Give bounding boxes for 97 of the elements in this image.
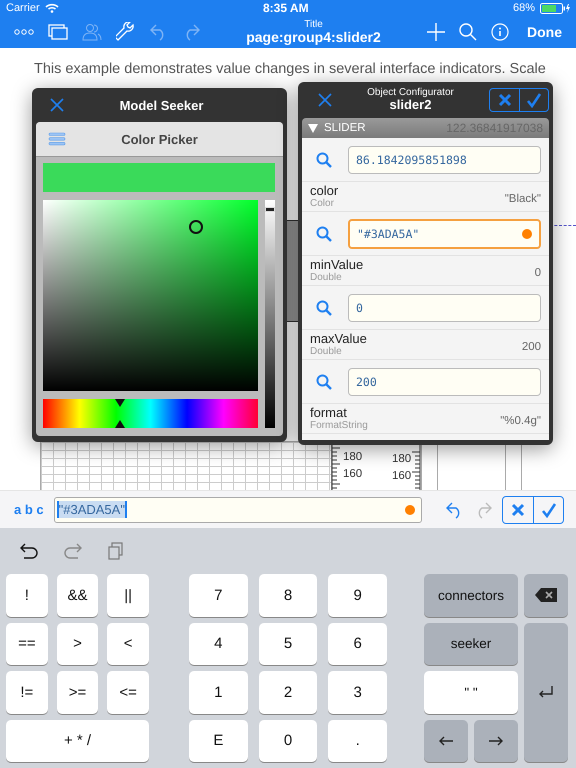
- key[interactable]: seeker: [424, 622, 518, 665]
- property-value: 200: [522, 341, 541, 354]
- picker-cursor[interactable]: [189, 220, 203, 234]
- key[interactable]: connectors: [424, 574, 518, 616]
- key[interactable]: >: [56, 622, 98, 665]
- scale-label: 180: [343, 451, 362, 463]
- scale-label: 160: [392, 470, 412, 482]
- property-value: 0: [534, 267, 541, 280]
- key[interactable]: 0: [258, 720, 318, 762]
- key[interactable]: ==: [6, 622, 48, 665]
- checkmark-icon: [526, 92, 542, 108]
- left-arrow-icon: [439, 736, 453, 746]
- keyboard-mode-toggle[interactable]: a b c: [14, 502, 44, 517]
- key[interactable]: !=: [6, 671, 48, 714]
- property-type: Color: [310, 198, 335, 209]
- key[interactable]: 3: [328, 671, 387, 714]
- description-text: This example demonstrates value changes in several interface indicators. Scale: [34, 61, 546, 77]
- checkmark-icon: [540, 502, 556, 518]
- brightness-marker[interactable]: [265, 206, 275, 212]
- window-title: Model Seeker: [120, 98, 204, 112]
- backspace-icon: [535, 588, 557, 602]
- key[interactable]: ||: [107, 574, 149, 616]
- expression-field[interactable]: "#3ADA5A": [54, 496, 422, 522]
- done-button[interactable]: Done: [523, 24, 566, 40]
- add-icon[interactable]: [427, 23, 445, 41]
- property-name: maxValue: [310, 332, 367, 346]
- users-icon[interactable]: [82, 23, 102, 41]
- close-icon[interactable]: [50, 98, 64, 112]
- clock-time: 8:35 AM: [262, 1, 310, 15]
- value-field[interactable]: 200: [348, 368, 541, 396]
- menu-icon[interactable]: [48, 132, 66, 146]
- undo-icon[interactable]: [20, 543, 38, 559]
- hue-marker[interactable]: [115, 399, 126, 428]
- windows-icon[interactable]: [48, 24, 68, 40]
- key[interactable]: &&: [56, 574, 98, 616]
- collapse-triangle-icon: [308, 124, 318, 132]
- wrench-icon[interactable]: [116, 22, 136, 42]
- color-field[interactable]: [43, 200, 258, 391]
- right-arrow-icon: [489, 736, 503, 746]
- key[interactable]: " ": [424, 671, 518, 714]
- key[interactable]: E: [189, 720, 248, 762]
- scale-label: 180: [392, 453, 412, 465]
- key[interactable]: + * /: [6, 720, 149, 762]
- value-field[interactable]: 86.1842095851898: [348, 146, 541, 174]
- key[interactable]: .: [328, 720, 387, 762]
- value-field[interactable]: 0: [348, 294, 541, 322]
- close-icon[interactable]: [318, 93, 332, 107]
- picker-title: Color Picker: [121, 132, 198, 146]
- hue-slider[interactable]: [43, 399, 258, 428]
- info-icon[interactable]: [491, 23, 509, 41]
- page-title: page:group4:slider2: [246, 30, 381, 46]
- title-caption: Title: [304, 18, 323, 30]
- search-icon[interactable]: [316, 374, 332, 390]
- window-title: slider2: [390, 98, 432, 114]
- left-arrow-key[interactable]: [424, 720, 468, 762]
- section-title: SLIDER: [324, 122, 366, 134]
- key[interactable]: 7: [189, 574, 248, 616]
- search-icon[interactable]: [316, 300, 332, 316]
- close-icon: [511, 502, 525, 516]
- backspace-key[interactable]: [524, 574, 568, 616]
- wifi-icon: [44, 3, 59, 13]
- property-name: minValue: [310, 258, 364, 272]
- brightness-slider[interactable]: [265, 200, 275, 428]
- redo-icon[interactable]: [64, 543, 82, 559]
- property-type: Double: [310, 272, 343, 283]
- scale-label: 160: [343, 468, 362, 480]
- search-icon[interactable]: [316, 152, 332, 168]
- close-icon: [498, 93, 512, 107]
- property-name: color: [310, 184, 338, 198]
- selected-text: "#3ADA5A": [56, 501, 127, 518]
- key[interactable]: !: [6, 574, 48, 616]
- key[interactable]: 2: [258, 671, 318, 714]
- key[interactable]: 8: [258, 574, 318, 616]
- property-type: Double: [310, 346, 343, 357]
- right-arrow-key[interactable]: [474, 720, 518, 762]
- battery-percent: 68%: [512, 2, 535, 14]
- value-field[interactable]: "#3ADA5A": [348, 218, 541, 248]
- return-icon: [539, 686, 553, 698]
- more-icon[interactable]: [14, 29, 34, 35]
- property-value: "%0.4g": [500, 415, 541, 428]
- window-caption: Object Configurator: [367, 86, 454, 98]
- paste-icon[interactable]: [108, 542, 124, 560]
- key[interactable]: 6: [328, 622, 387, 665]
- search-icon[interactable]: [316, 226, 332, 242]
- key[interactable]: >=: [56, 671, 98, 714]
- property-value: "Black": [504, 193, 541, 206]
- key[interactable]: 1: [189, 671, 248, 714]
- property-type: FormatString: [310, 420, 368, 431]
- property-name: format: [310, 406, 348, 420]
- key[interactable]: 9: [328, 574, 387, 616]
- search-icon[interactable]: [459, 23, 477, 41]
- key[interactable]: <=: [107, 671, 149, 714]
- key[interactable]: 5: [258, 622, 318, 665]
- carrier-label: Carrier: [6, 2, 40, 14]
- key[interactable]: 4: [189, 622, 248, 665]
- key[interactable]: <: [107, 622, 149, 665]
- battery-icon: [540, 2, 570, 14]
